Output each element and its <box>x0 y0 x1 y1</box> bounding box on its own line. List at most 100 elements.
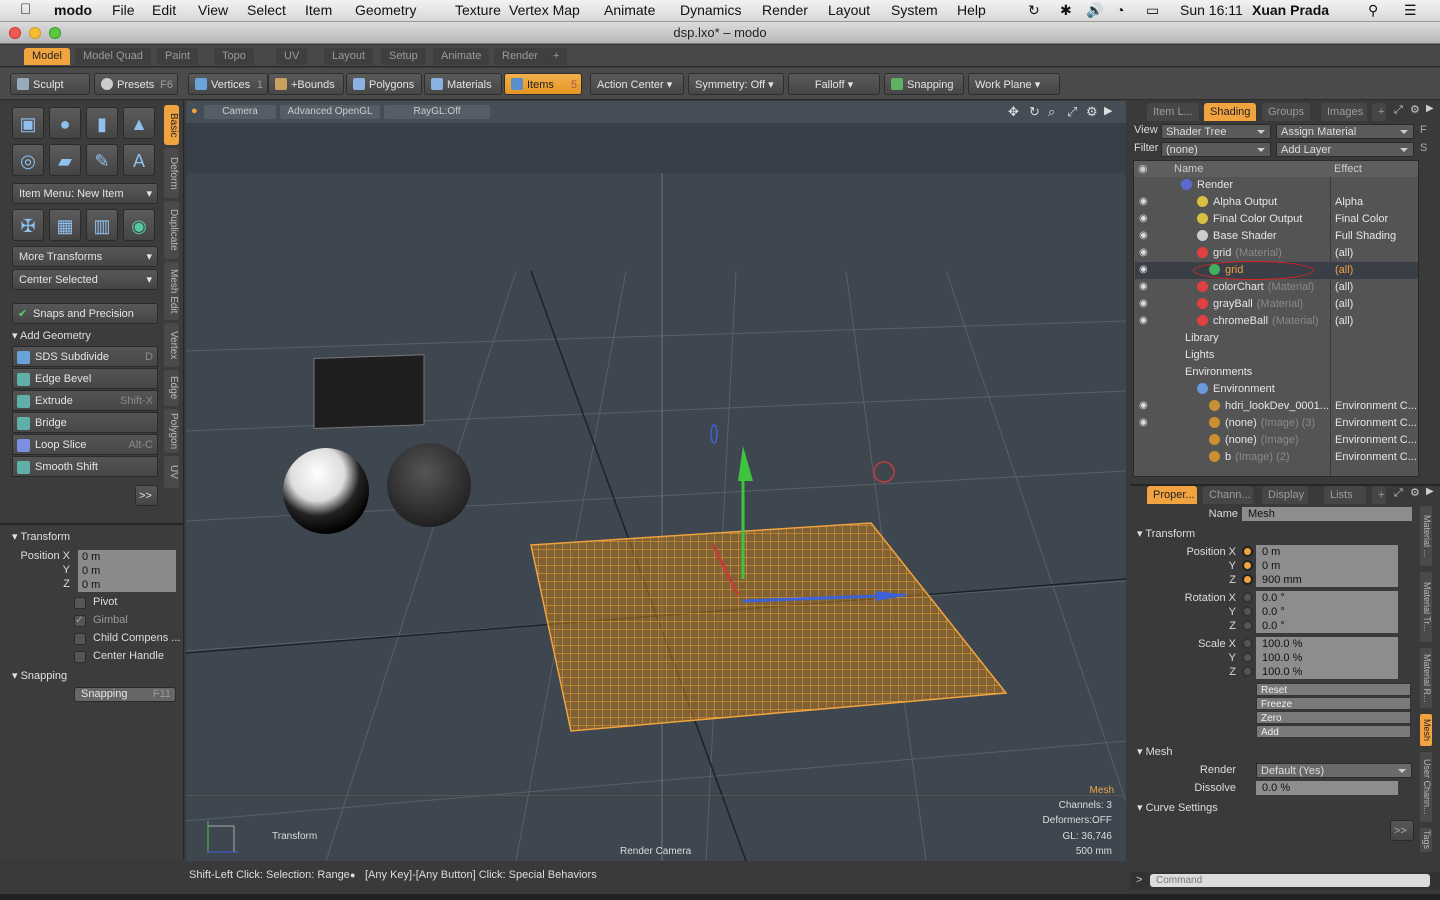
sphere-icon[interactable]: ● <box>49 107 81 139</box>
mesh-section[interactable]: ▾ Mesh <box>1137 745 1172 758</box>
lock-icon[interactable] <box>1242 606 1253 617</box>
shader-row[interactable]: ◉ grid (Material) (all) <box>1135 245 1418 262</box>
rotate-ring-icon[interactable] <box>710 424 718 444</box>
more-transforms-dropdown[interactable]: More Transforms ▾ <box>12 246 158 267</box>
notification-icon[interactable]: ☰ <box>1404 2 1417 19</box>
tab-add[interactable]: + <box>545 48 568 65</box>
menu-view[interactable]: View <box>198 2 228 18</box>
menu-layout[interactable]: Layout <box>828 2 870 18</box>
viewport-canvas[interactable] <box>186 101 1126 861</box>
shader-tab-1[interactable]: Shading <box>1204 103 1256 121</box>
tab-model-quad[interactable]: Model Quad <box>75 48 151 65</box>
tool-extrude[interactable]: Extrude Shift-X <box>12 390 158 411</box>
panel-expand-icon[interactable]: ▶ <box>1426 103 1434 114</box>
add-geometry-header[interactable]: ▾ Add Geometry <box>12 328 91 345</box>
tab-render[interactable]: Render <box>494 48 547 65</box>
minimize-icon[interactable] <box>29 27 41 39</box>
props-maximize-icon[interactable]: ⤢ <box>1394 487 1403 500</box>
vtab-deform[interactable]: Deform <box>164 148 179 198</box>
props-vtab-3[interactable]: Mesh <box>1420 714 1432 746</box>
camera-dropdown[interactable]: Camera <box>204 105 276 119</box>
menu-vertex-map[interactable]: Vertex Map <box>509 2 580 18</box>
zoom-icon[interactable]: ⌕ <box>1048 104 1055 120</box>
zoom-icon[interactable] <box>49 27 61 39</box>
text-icon[interactable]: A <box>123 144 155 176</box>
position-field[interactable]: 0 m <box>78 578 176 592</box>
props-vtab-0[interactable]: Material ... <box>1420 506 1432 566</box>
menu-select[interactable]: Select <box>247 2 286 18</box>
scale-field[interactable]: 100.0 % <box>1256 651 1398 665</box>
shader-row[interactable]: ◉ Alpha Output Alpha <box>1135 194 1418 211</box>
add-layer-dropdown[interactable]: Add Layer <box>1276 142 1414 157</box>
time-machine-icon[interactable]: ↻ <box>1028 2 1040 19</box>
symmetry-dropdown[interactable]: Symmetry: Off ▾ <box>688 73 784 95</box>
checkbox-pivot[interactable] <box>74 597 86 609</box>
shader-row[interactable]: ◉ grayBall (Material) (all) <box>1135 296 1418 313</box>
vertices-button[interactable]: Vertices 1 <box>188 73 268 95</box>
gray-ball[interactable] <box>387 443 471 527</box>
transform-section[interactable]: ▾ Transform <box>1137 527 1195 540</box>
tab-model[interactable]: Model <box>24 48 70 65</box>
shader-tab-0[interactable]: Item L... <box>1147 103 1199 121</box>
lock-icon[interactable] <box>1242 666 1253 677</box>
vtab-duplicate[interactable]: Duplicate <box>164 201 179 259</box>
vtab-mesh-edit[interactable]: Mesh Edit <box>164 262 179 320</box>
position-field[interactable]: 0 m <box>1256 559 1398 573</box>
lock-icon[interactable] <box>1242 546 1253 557</box>
work-plane-dropdown[interactable]: Work Plane ▾ <box>968 73 1060 95</box>
user-name[interactable]: Xuan Prada <box>1252 2 1329 18</box>
maximize-icon[interactable]: ⤢ <box>1067 104 1077 120</box>
shader-row[interactable]: ◉ (none) (Image) (3) Environment C... <box>1135 415 1418 432</box>
tool-smooth-shift[interactable]: Smooth Shift <box>12 456 158 477</box>
assign-material-button[interactable]: Assign Material <box>1276 124 1414 139</box>
filter-dropdown[interactable]: (none) <box>1161 142 1271 157</box>
presets-button[interactable]: Presets F6 <box>94 73 178 95</box>
menu-item[interactable]: Item <box>305 2 332 18</box>
action-freeze-button[interactable]: Freeze <box>1256 697 1411 710</box>
gear-icon[interactable]: ⚙ <box>1086 104 1098 120</box>
rotation-field[interactable]: 0.0 ° <box>1256 619 1398 633</box>
props-gear-icon[interactable]: ⚙ <box>1410 486 1420 499</box>
props-vtab-5[interactable]: Tags <box>1420 828 1432 852</box>
lock-icon[interactable] <box>1242 574 1253 585</box>
column-effect[interactable]: Effect <box>1334 163 1362 175</box>
tab-layout[interactable]: Layout <box>324 48 374 65</box>
view-dropdown[interactable]: Shader Tree <box>1161 124 1271 139</box>
item-menu-dropdown[interactable]: Item Menu: New Item ▾ <box>12 183 158 204</box>
tab-paint[interactable]: Paint <box>157 48 199 65</box>
shader-row[interactable]: Library <box>1135 330 1418 347</box>
raygl-dropdown[interactable]: RayGL:Off <box>384 105 490 119</box>
cone-icon[interactable]: ▲ <box>123 107 155 139</box>
vtab-basic[interactable]: Basic <box>164 105 179 145</box>
menu-animate[interactable]: Animate <box>604 2 655 18</box>
panel-gear-icon[interactable]: ⚙ <box>1410 103 1420 116</box>
visibility-eye-icon[interactable]: ◉ <box>1139 282 1151 292</box>
shader-tab-4[interactable]: + <box>1372 103 1386 121</box>
position-field[interactable]: 0 m <box>78 564 176 578</box>
color-chart[interactable] <box>313 354 425 430</box>
tool-bridge[interactable]: Bridge <box>12 412 158 433</box>
action-zero-button[interactable]: Zero <box>1256 711 1411 724</box>
visibility-eye-icon[interactable]: ◉ <box>1139 197 1151 207</box>
lock-icon[interactable] <box>1242 592 1253 603</box>
props-vtab-4[interactable]: User Chann... <box>1420 752 1432 822</box>
materials-button[interactable]: Materials <box>424 73 502 95</box>
props-more-button[interactable]: >> <box>1390 820 1414 841</box>
volume-icon[interactable]: 🔊 <box>1086 2 1103 19</box>
command-input[interactable] <box>1150 874 1430 887</box>
checkbox-center[interactable] <box>74 651 86 663</box>
lock-icon[interactable] <box>1242 560 1253 571</box>
cylinder-icon[interactable]: ▮ <box>86 107 118 139</box>
apple-icon[interactable]:  <box>20 1 31 18</box>
position-field[interactable]: 900 mm <box>1256 573 1398 587</box>
shader-tab-2[interactable]: Groups <box>1262 103 1310 121</box>
visibility-eye-icon[interactable]: ◉ <box>1139 401 1151 411</box>
tool-loop-slice[interactable]: Loop Slice Alt-C <box>12 434 158 455</box>
props-expand-icon[interactable]: ▶ <box>1426 486 1434 497</box>
visibility-eye-icon[interactable]: ◉ <box>1139 265 1151 275</box>
visibility-eye-icon[interactable]: ◉ <box>1139 418 1151 428</box>
close-icon[interactable] <box>9 27 21 39</box>
scale-field[interactable]: 100.0 % <box>1256 665 1398 679</box>
shader-row[interactable]: Environment <box>1135 381 1418 398</box>
shader-row[interactable]: (none) (Image) Environment C... <box>1135 432 1418 449</box>
